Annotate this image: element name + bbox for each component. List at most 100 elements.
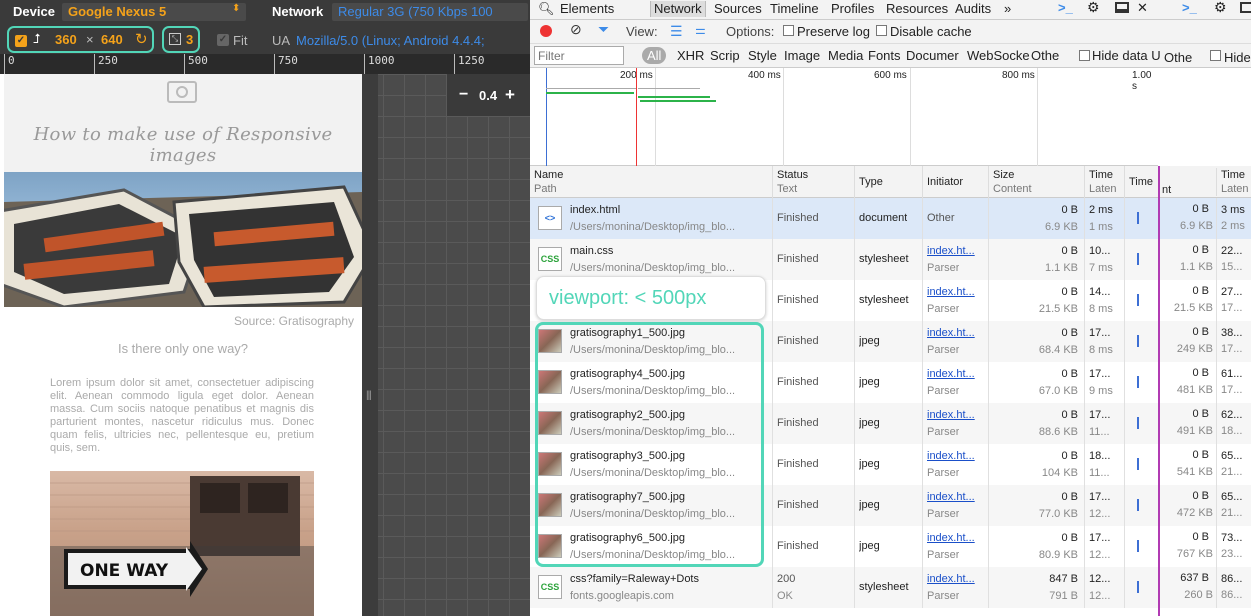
tab-profiles[interactable]: Profiles: [831, 1, 874, 17]
tab-elements[interactable]: Elements: [560, 1, 614, 17]
console-icon-2[interactable]: >_: [1182, 0, 1197, 15]
filter-type-fonts[interactable]: Fonts: [868, 48, 901, 63]
request-type: jpeg: [859, 540, 880, 552]
request-initiator[interactable]: index.ht...: [927, 449, 975, 463]
request-content-size: 104 KB: [1041, 467, 1078, 479]
ua-input[interactable]: Mozilla/5.0 (Linux; Android 4.4.4;: [296, 33, 485, 48]
canvas-grid: [362, 74, 530, 616]
inspect-search-icon[interactable]: 🔍︎: [538, 1, 555, 17]
request-initiator[interactable]: index.ht...: [927, 531, 975, 545]
request-initiator[interactable]: index.ht...: [927, 490, 975, 504]
table-row[interactable]: CSS css?family=Raleway+Dots fonts.googleap…: [530, 567, 1158, 608]
console-icon[interactable]: >_: [1058, 0, 1073, 15]
column-header-time[interactable]: Time Laten: [1084, 166, 1124, 198]
request-initiator[interactable]: index.ht...: [927, 285, 975, 299]
filter-type-media[interactable]: Media: [828, 48, 863, 63]
waterfall-bar: [1137, 581, 1139, 593]
hide-checkbox-2[interactable]: [1210, 50, 1221, 61]
filter-type-style[interactable]: Style: [748, 48, 777, 63]
clear-icon[interactable]: ⊘: [570, 21, 582, 38]
request-status: Finished: [777, 212, 819, 224]
ruler: 0 250 500 750 1000 1250: [0, 54, 530, 74]
device-value: Google Nexus 5: [68, 4, 167, 19]
filter-input[interactable]: [534, 46, 624, 65]
column-header-initiator[interactable]: Initiator: [922, 166, 988, 198]
tab-sources[interactable]: Sources: [714, 1, 762, 17]
gear-icon-2[interactable]: ⚙: [1214, 0, 1227, 16]
hide-data-urls-label: Hide data U: [1092, 48, 1161, 63]
request-initiator[interactable]: index.ht...: [927, 572, 975, 586]
zoom-in-button[interactable]: +: [505, 85, 515, 105]
list-view-icon[interactable]: ☰: [670, 23, 683, 40]
request-size: 0 B: [1192, 490, 1209, 502]
request-initiator[interactable]: index.ht...: [927, 408, 975, 422]
request-status: Finished: [777, 499, 819, 511]
close-icon[interactable]: ✕: [1137, 0, 1148, 16]
fit-checkbox-icon[interactable]: ✓: [217, 34, 229, 46]
table-row[interactable]: CSS main.css/Users/monina/Desktop/img_blo…: [530, 239, 1158, 280]
request-time: 73... 23...: [1216, 526, 1242, 567]
request-initiator[interactable]: index.ht...: [927, 244, 975, 258]
request-latency: 7 ms: [1089, 262, 1113, 274]
checkbox-checked-icon[interactable]: ✓: [15, 35, 27, 47]
disable-cache-checkbox[interactable]: [876, 25, 887, 36]
hide-data-urls-checkbox[interactable]: [1079, 50, 1090, 61]
tab-network[interactable]: Network: [650, 1, 706, 17]
column-header-name[interactable]: Name Path: [530, 166, 772, 198]
network-value: Regular 3G (750 Kbps 100: [338, 4, 493, 19]
network-select[interactable]: Regular 3G (750 Kbps 100: [332, 3, 528, 21]
page-header: How to make use of Responsive images: [4, 74, 362, 172]
filter-type-all[interactable]: All: [642, 47, 667, 64]
overview-icon[interactable]: ⚌: [695, 23, 706, 37]
timeline-overview: 200 ms 400 ms 600 ms 800 ms 1.00 s: [530, 68, 1158, 166]
zoom-out-button[interactable]: −: [459, 86, 468, 104]
request-initiator[interactable]: index.ht...: [927, 326, 975, 340]
request-status: Finished: [777, 458, 819, 470]
gear-icon[interactable]: ⚙: [1087, 0, 1100, 16]
dock-icon-2[interactable]: [1240, 2, 1251, 13]
filter-type-websocket[interactable]: WebSocke: [967, 48, 1030, 63]
filter-type-xhr[interactable]: XHR: [677, 48, 704, 63]
filter-type-other-2[interactable]: Othe: [1164, 50, 1192, 65]
rotate-icon[interactable]: ↻: [135, 30, 148, 48]
tab-resources[interactable]: Resources: [886, 1, 948, 17]
filter-icon[interactable]: ⏷: [598, 21, 609, 38]
request-time: 14...: [1089, 286, 1111, 298]
request-latency: 11...: [1089, 467, 1110, 479]
filter-type-other[interactable]: Othe: [1031, 48, 1059, 63]
tab-audits[interactable]: Audits: [955, 1, 991, 17]
request-size: 637 B: [1180, 572, 1209, 584]
ruler-tick: 750: [274, 54, 298, 74]
device-viewport: How to make use of Responsive images Sou…: [4, 74, 362, 616]
request-time: 3 ms 2 ms: [1216, 198, 1245, 239]
dock-icon[interactable]: [1115, 2, 1129, 13]
image-caption: Source: Gratisography: [233, 314, 354, 328]
filter-type-scripts[interactable]: Scrip: [710, 48, 740, 63]
resolution-group: ✓ ⮥ 360 × 640 ↻: [7, 26, 154, 53]
width-input[interactable]: 360: [55, 32, 77, 47]
dpr-input[interactable]: 3: [186, 32, 193, 47]
secondary-row: 0 B 491 KB 62... 18...: [1160, 403, 1251, 444]
preserve-log-label: Preserve log: [797, 24, 870, 39]
zoom-control: − 0.4 +: [447, 74, 530, 116]
column-header-status[interactable]: Status Text: [772, 166, 854, 198]
column-header-timeline[interactable]: Time: [1124, 166, 1158, 198]
resize-handle[interactable]: |||: [362, 74, 378, 616]
more-tabs-button[interactable]: »: [1004, 1, 1011, 17]
filter-type-document[interactable]: Documer: [906, 48, 959, 63]
filter-type-image[interactable]: Image: [784, 48, 820, 63]
page-title: How to make use of Responsive images: [33, 124, 333, 166]
table-row[interactable]: <> index.html/Users/monina/Desktop/img_bl…: [530, 198, 1158, 239]
column-header-type[interactable]: Type: [854, 166, 922, 198]
record-icon[interactable]: [540, 25, 552, 37]
request-time: 2 ms: [1089, 204, 1113, 216]
preserve-log-checkbox[interactable]: [783, 25, 794, 36]
timeline-bar: [546, 92, 634, 94]
tab-timeline[interactable]: Timeline: [770, 1, 819, 17]
request-time: 38... 17...: [1216, 321, 1242, 362]
height-input[interactable]: 640: [101, 32, 123, 47]
device-select[interactable]: Google Nexus 5 ⬍: [62, 3, 246, 21]
column-title: Size: [993, 169, 1015, 181]
request-initiator[interactable]: index.ht...: [927, 367, 975, 381]
column-header-size[interactable]: Size Content: [988, 166, 1084, 198]
